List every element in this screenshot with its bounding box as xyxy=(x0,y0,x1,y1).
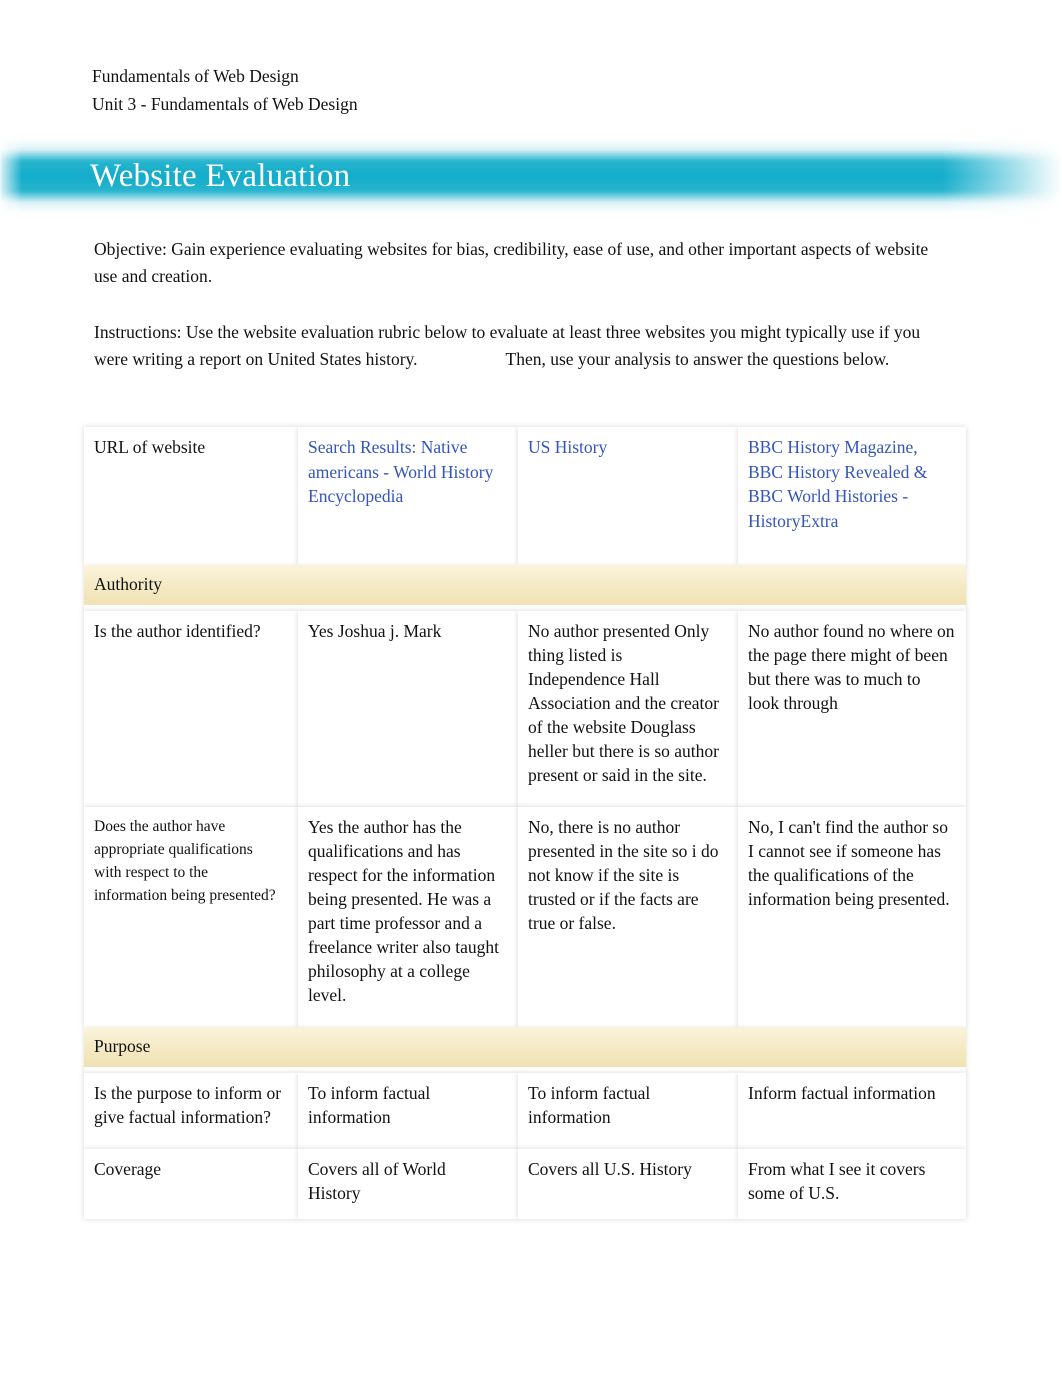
unit-title-line: Unit 3 - Fundamentals of Web Design xyxy=(92,94,358,114)
question-cell: Does the author have appropriate qualifi… xyxy=(84,807,298,1027)
question-cell: Coverage xyxy=(84,1149,298,1219)
answer-site2-cell[interactable]: Covers all U.S. History xyxy=(518,1149,738,1219)
question-label: Is the author identified? xyxy=(94,621,261,641)
title-banner: Website Evaluation xyxy=(0,139,1062,213)
answer-site1-cell[interactable]: Yes Joshua j. Mark xyxy=(298,611,518,807)
answer-text: No, there is no author presented in the … xyxy=(528,817,719,933)
document-header: Fundamentals of Web Design Unit 3 - Fund… xyxy=(92,62,892,118)
page-title: Website Evaluation xyxy=(90,158,351,194)
rubric-table: URL of website Search Results: Native am… xyxy=(84,427,966,1219)
answer-site3-cell[interactable]: No, I can't find the author so I cannot … xyxy=(738,807,966,1027)
question-label: Coverage xyxy=(94,1159,162,1179)
answer-site3-cell[interactable]: Inform factual information xyxy=(738,1073,966,1149)
answer-site3-cell[interactable]: No author found no where on the page the… xyxy=(738,611,966,807)
url-site1-cell[interactable]: Search Results: Native americans - World… xyxy=(298,427,518,565)
site2-link[interactable]: US History xyxy=(528,435,722,460)
table-row-url: URL of website Search Results: Native am… xyxy=(84,427,966,565)
answer-site3-cell[interactable]: From what I see it covers some of U.S. xyxy=(738,1149,966,1219)
answer-text: From what I see it covers some of U.S. xyxy=(748,1159,926,1203)
section-header-purpose-cell: Purpose xyxy=(84,1027,966,1073)
instructions-paragraph: Instructions: Use the website evaluation… xyxy=(94,319,934,373)
url-row-label: URL of website xyxy=(94,437,206,457)
table-row: Is the purpose to inform or give factual… xyxy=(84,1073,966,1149)
answer-site2-cell[interactable]: No author presented Only thing listed is… xyxy=(518,611,738,807)
table-row: Coverage Covers all of World History Cov… xyxy=(84,1149,966,1219)
table-row: Is the author identified? Yes Joshua j. … xyxy=(84,611,966,807)
answer-text: No author found no where on the page the… xyxy=(748,621,955,713)
answer-site1-cell[interactable]: Yes the author has the qualifications an… xyxy=(298,807,518,1027)
url-site3-cell[interactable]: BBC History Magazine, BBC History Reveal… xyxy=(738,427,966,565)
answer-text: No author presented Only thing listed is… xyxy=(528,621,719,785)
banner-left-fade xyxy=(0,139,22,213)
url-row-label-cell: URL of website xyxy=(84,427,298,565)
answer-site1-cell[interactable]: Covers all of World History xyxy=(298,1149,518,1219)
answer-text: To inform factual information xyxy=(308,1083,431,1127)
question-label: Does the author have appropriate qualifi… xyxy=(94,818,276,904)
answer-text: No, I can't find the author so I cannot … xyxy=(748,817,950,909)
answer-text: To inform factual information xyxy=(528,1083,651,1127)
answer-text: Inform factual information xyxy=(748,1083,936,1103)
section-label-purpose: Purpose xyxy=(94,1036,151,1056)
section-header-authority-cell: Authority xyxy=(84,565,966,611)
objective-paragraph: Objective: Gain experience evaluating we… xyxy=(94,239,929,286)
answer-site1-cell[interactable]: To inform factual information xyxy=(298,1073,518,1149)
course-title-line: Fundamentals of Web Design xyxy=(92,66,299,86)
question-cell: Is the author identified? xyxy=(84,611,298,807)
table-row: Does the author have appropriate qualifi… xyxy=(84,807,966,1027)
answer-site2-cell[interactable]: To inform factual information xyxy=(518,1073,738,1149)
answer-text: Covers all U.S. History xyxy=(528,1159,692,1179)
question-label: Is the purpose to inform or give factual… xyxy=(94,1083,282,1127)
answer-text: Yes the author has the qualifications an… xyxy=(308,817,499,1005)
section-header-purpose: Purpose xyxy=(84,1027,966,1073)
site3-link[interactable]: BBC History Magazine, BBC History Reveal… xyxy=(748,435,956,533)
question-cell: Is the purpose to inform or give factual… xyxy=(84,1073,298,1149)
website-evaluation-rubric: URL of website Search Results: Native am… xyxy=(84,427,966,1219)
answer-text: Covers all of World History xyxy=(308,1159,446,1203)
banner-right-fade xyxy=(942,139,1062,213)
site1-link[interactable]: Search Results: Native americans - World… xyxy=(308,435,502,509)
answer-text: Yes Joshua j. Mark xyxy=(308,621,442,641)
answer-site2-cell[interactable]: No, there is no author presented in the … xyxy=(518,807,738,1027)
url-site2-cell[interactable]: US History xyxy=(518,427,738,565)
section-label-authority: Authority xyxy=(94,574,163,594)
section-header-authority: Authority xyxy=(84,565,966,611)
instructions-text-secondary: Then, use your analysis to answer the qu… xyxy=(505,349,890,369)
